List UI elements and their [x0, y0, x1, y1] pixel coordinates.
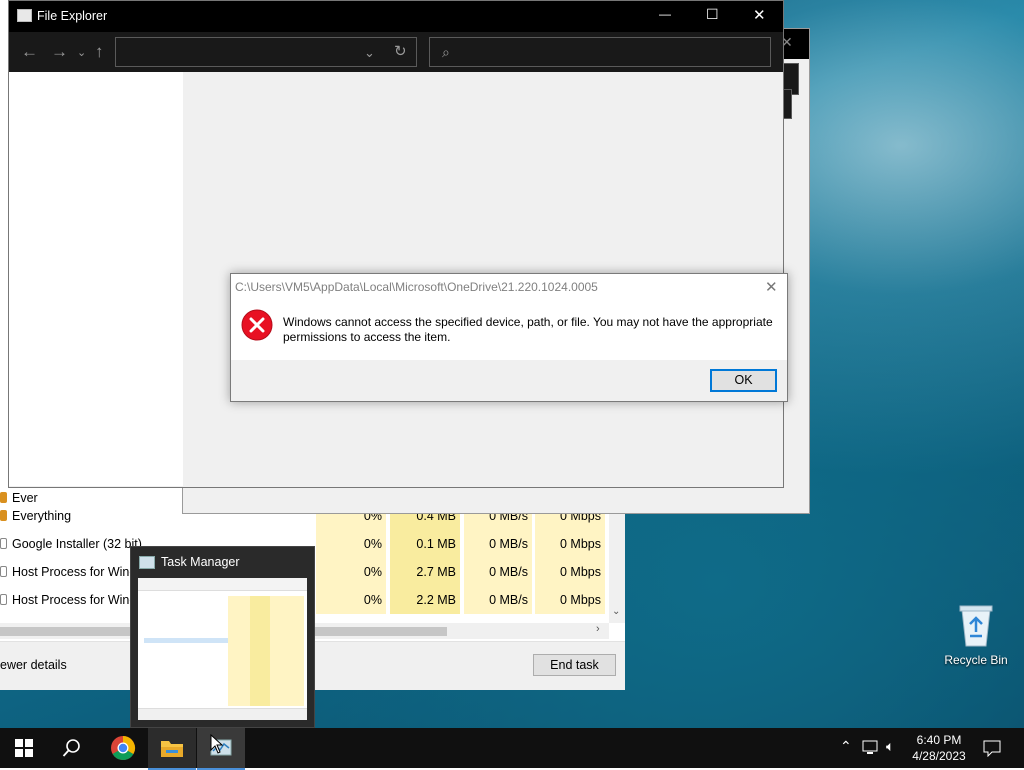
thumbnail-preview [138, 578, 307, 720]
search-icon: ⌕ [442, 44, 450, 60]
notification-icon[interactable] [983, 739, 1001, 757]
back-icon[interactable]: ← [21, 43, 38, 60]
dialog-message: Windows cannot access the specified devi… [283, 315, 773, 344]
file-explorer-taskbar-button[interactable] [148, 728, 196, 770]
scroll-right-icon[interactable]: › [596, 623, 600, 635]
recycle-bin-shortcut[interactable]: Recycle Bin [940, 600, 1012, 672]
process-name: Google Installer (32 bit) [12, 537, 142, 551]
host-process-icon [0, 566, 7, 577]
maximize-button[interactable]: ☐ [706, 6, 719, 23]
recent-dropdown-icon[interactable]: ⌄ [77, 45, 86, 62]
forward-icon[interactable]: → [51, 43, 68, 60]
host-process-icon [0, 594, 7, 605]
network-cell: 0 Mbps [535, 586, 605, 614]
disk-cell: 0 MB/s [464, 558, 532, 586]
chrome-icon[interactable] [110, 735, 136, 761]
error-icon [241, 309, 273, 341]
task-manager-thumbnail[interactable]: Task Manager [130, 546, 315, 728]
thumbnail-title: Task Manager [161, 555, 240, 569]
ok-button[interactable]: OK [710, 369, 777, 392]
minimize-button[interactable]: — [659, 7, 671, 21]
window-title: File Explorer [37, 9, 108, 23]
dialog-title: C:\Users\VM5\AppData\Local\Microsoft\One… [235, 280, 598, 294]
volume-icon[interactable]: 🔈︎ [886, 738, 894, 755]
close-button[interactable]: ✕ [753, 6, 766, 24]
folder-icon [161, 741, 183, 757]
background-window-edge [0, 0, 8, 484]
clock[interactable]: 6:40 PM 4/28/2023 [904, 732, 974, 764]
disk-cell: 0 MB/s [464, 586, 532, 614]
google-installer-icon [0, 538, 7, 549]
task-manager-taskbar-button[interactable] [197, 728, 245, 770]
address-bar[interactable]: ⌄ ↻ [115, 37, 417, 67]
search-icon[interactable] [62, 738, 82, 758]
recycle-bin-icon [959, 605, 993, 647]
file-explorer-window: File Explorer — ☐ ✕ ← → ⌄ ↑ ⌄ ↻ ⌕ [8, 0, 784, 488]
cpu-cell: 0% [316, 558, 386, 586]
network-icon[interactable] [862, 740, 880, 756]
clock-date: 4/28/2023 [912, 749, 966, 763]
dialog-footer: OK [231, 360, 787, 401]
taskbar: ⌃ 🔈︎ 6:40 PM 4/28/2023 [0, 728, 1024, 770]
network-cell: 0 Mbps [535, 530, 605, 558]
task-manager-icon [139, 556, 155, 569]
memory-cell: 2.2 MB [390, 586, 460, 614]
recycle-bin-label: Recycle Bin [944, 653, 1008, 667]
process-name: Host Process for Windo [12, 593, 144, 607]
end-task-button[interactable]: End task [533, 654, 616, 676]
close-icon[interactable]: ✕ [765, 278, 778, 296]
everything-icon [0, 510, 7, 521]
disk-cell: 0 MB/s [464, 530, 532, 558]
refresh-icon[interactable]: ↻ [394, 43, 407, 60]
windows-start-icon[interactable] [15, 739, 33, 757]
window-titlebar: File Explorer — ☐ ✕ [9, 1, 783, 32]
cpu-cell: 0% [316, 530, 386, 558]
fewer-details-link[interactable]: ewer details [0, 658, 67, 672]
navigation-pane [9, 72, 183, 486]
clock-time: 6:40 PM [916, 733, 962, 747]
scroll-down-icon[interactable]: ⌄ [612, 606, 620, 617]
up-icon[interactable]: ↑ [95, 43, 104, 60]
file-explorer-app-icon [17, 9, 32, 22]
cpu-cell: 0% [316, 586, 386, 614]
process-name: Everything [12, 509, 72, 523]
error-dialog: C:\Users\VM5\AppData\Local\Microsoft\One… [230, 273, 788, 402]
show-hidden-icons-icon[interactable]: ⌃ [840, 738, 852, 755]
memory-cell: 0.1 MB [390, 530, 460, 558]
search-box[interactable]: ⌕ [429, 37, 771, 67]
chevron-down-icon[interactable]: ⌄ [364, 44, 375, 61]
mouse-cursor-icon [210, 734, 224, 754]
memory-cell: 2.7 MB [390, 558, 460, 586]
network-cell: 0 Mbps [535, 558, 605, 586]
address-toolbar: ← → ⌄ ↑ ⌄ ↻ ⌕ [9, 32, 783, 72]
